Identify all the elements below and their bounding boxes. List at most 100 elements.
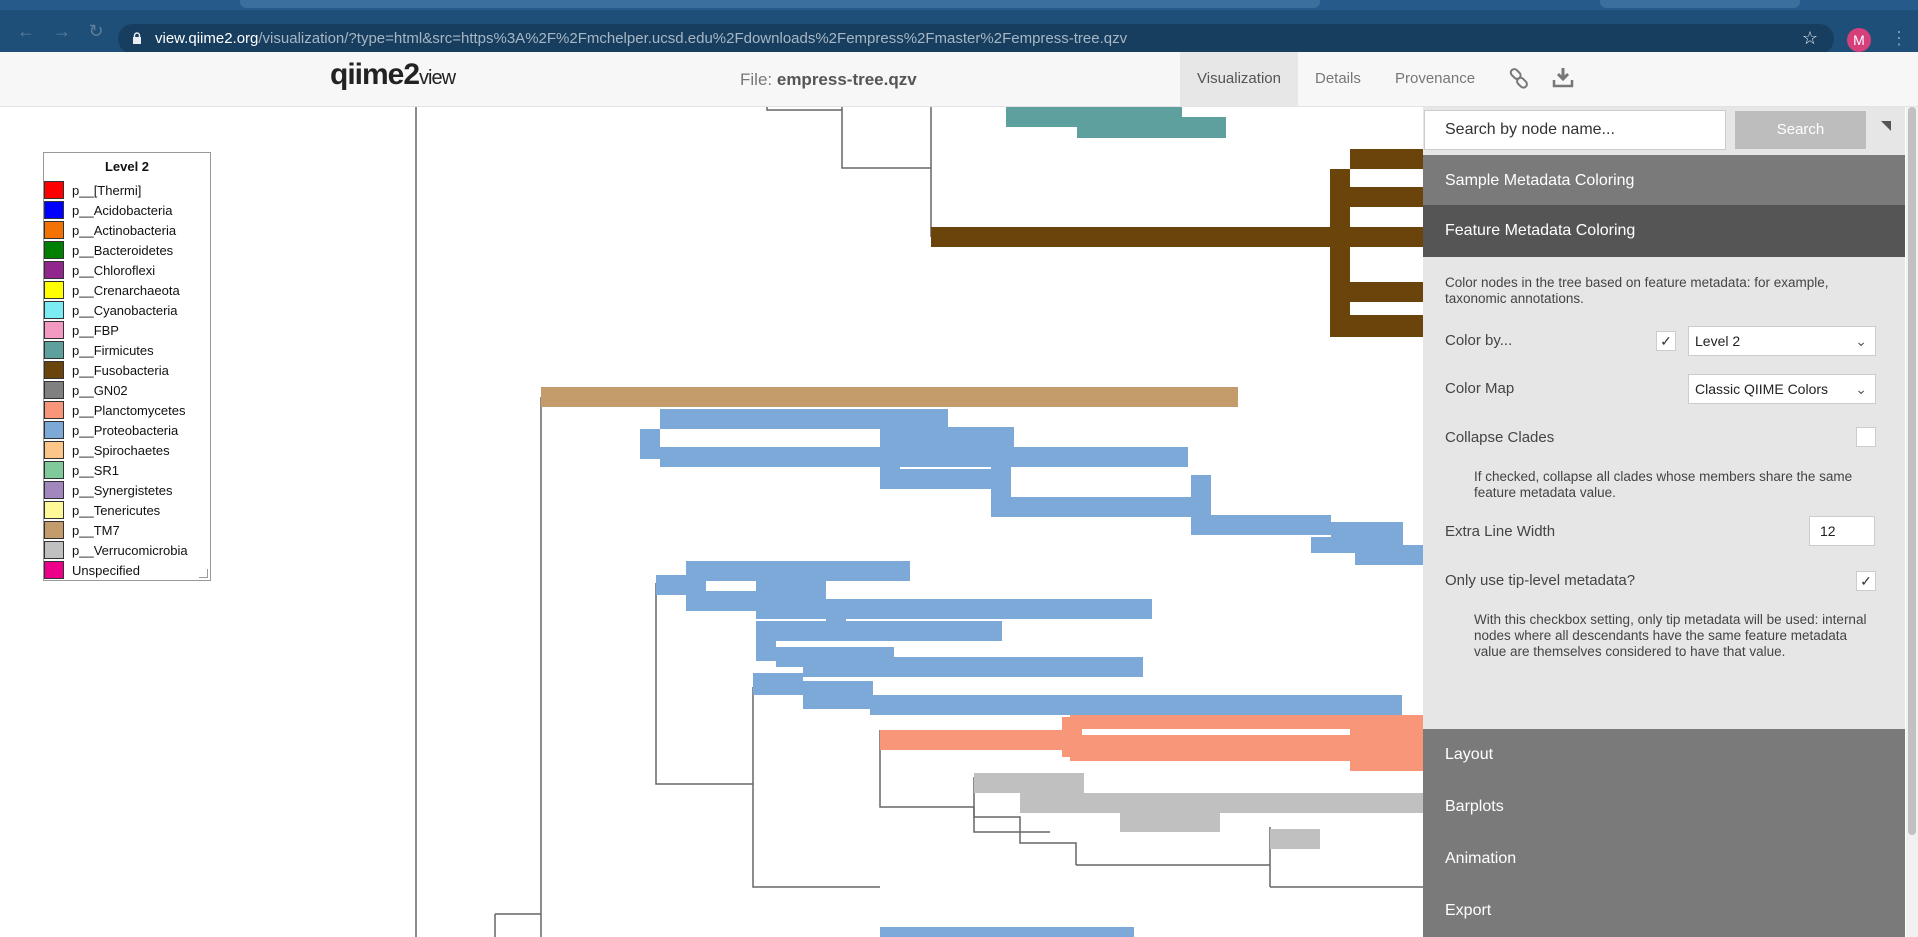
legend-swatch bbox=[44, 561, 64, 579]
section-export[interactable]: Export bbox=[1423, 885, 1905, 937]
url-path: /visualization/?type=html&src=https%3A%2… bbox=[258, 30, 1128, 47]
forward-icon[interactable]: → bbox=[52, 21, 72, 41]
side-panel: Search Sample Metadata Coloring Feature … bbox=[1423, 107, 1905, 937]
section-layout[interactable]: Layout bbox=[1423, 729, 1905, 781]
logo-view-text: view bbox=[419, 67, 456, 89]
collapse-clades-label: Collapse Clades bbox=[1445, 429, 1555, 446]
file-name-display: File: empress-tree.qzv bbox=[740, 70, 917, 90]
bookmark-star-icon[interactable]: ☆ bbox=[1802, 28, 1818, 49]
browser-tab[interactable] bbox=[1600, 0, 1800, 8]
tab-visualization[interactable]: Visualization bbox=[1180, 52, 1298, 106]
legend-item: p__Chloroflexi bbox=[44, 260, 210, 280]
legend-item: p__Tenericutes bbox=[44, 500, 210, 520]
tip-metadata-help: With this checkbox setting, only tip met… bbox=[1474, 612, 1867, 659]
legend-swatch bbox=[44, 241, 64, 259]
browser-menu-icon[interactable]: ⋮ bbox=[1890, 28, 1908, 49]
scrollbar-thumb[interactable] bbox=[1908, 107, 1916, 835]
color-legend[interactable]: Level 2 p__[Thermi] p__Acidobacteria p__… bbox=[43, 152, 211, 581]
legend-swatch bbox=[44, 361, 64, 379]
app-header: qiime2view File: empress-tree.qzv Visual… bbox=[0, 52, 1918, 107]
link-icon[interactable] bbox=[1508, 68, 1530, 90]
legend-label: p__Proteobacteria bbox=[72, 423, 179, 438]
legend-swatch bbox=[44, 381, 64, 399]
tab-details[interactable]: Details bbox=[1315, 52, 1361, 106]
logo-text: qiime2 bbox=[330, 58, 420, 91]
legend-item: p__[Thermi] bbox=[44, 180, 210, 200]
chevron-down-icon: ⌄ bbox=[1855, 333, 1867, 349]
legend-item: p__Actinobacteria bbox=[44, 220, 210, 240]
reload-icon[interactable]: ↻ bbox=[86, 21, 106, 41]
legend-label: Unspecified bbox=[72, 563, 140, 578]
feature-coloring-description: Color nodes in the tree based on feature… bbox=[1445, 275, 1829, 306]
tip-metadata-label: Only use tip-level metadata? bbox=[1445, 572, 1636, 589]
legend-item: p__Synergistetes bbox=[44, 480, 210, 500]
back-icon[interactable]: ← bbox=[16, 21, 36, 41]
legend-item: p__Planctomycetes bbox=[44, 400, 210, 420]
verrucomicrobia-clade bbox=[974, 773, 1423, 849]
legend-item: p__GN02 bbox=[44, 380, 210, 400]
browser-toolbar: ← → ↻ view.qiime2.org/visualization/?typ… bbox=[0, 10, 1918, 54]
search-button[interactable]: Search bbox=[1735, 111, 1866, 149]
section-animation[interactable]: Animation bbox=[1423, 833, 1905, 885]
profile-avatar[interactable]: M bbox=[1847, 28, 1871, 52]
qiime2-view-logo[interactable]: qiime2view bbox=[330, 58, 456, 92]
legend-item: p__Crenarchaeota bbox=[44, 280, 210, 300]
legend-swatch bbox=[44, 421, 64, 439]
legend-swatch bbox=[44, 341, 64, 359]
legend-label: p__Verrucomicrobia bbox=[72, 543, 188, 558]
legend-item: p__Firmicutes bbox=[44, 340, 210, 360]
section-barplots[interactable]: Barplots bbox=[1423, 781, 1905, 833]
tree-canvas[interactable] bbox=[0, 107, 1423, 937]
firmicutes-clade bbox=[1006, 107, 1226, 138]
node-search-input[interactable] bbox=[1424, 110, 1726, 150]
legend-label: p__[Thermi] bbox=[72, 183, 142, 198]
hide-panel-icon[interactable] bbox=[1881, 121, 1891, 131]
section-sample-metadata-coloring[interactable]: Sample Metadata Coloring bbox=[1423, 155, 1905, 207]
legend-swatch bbox=[44, 481, 64, 499]
legend-label: p__Planctomycetes bbox=[72, 403, 186, 418]
legend-label: p__TM7 bbox=[72, 523, 120, 538]
legend-item: p__Fusobacteria bbox=[44, 360, 210, 380]
feature-metadata-panel: Color nodes in the tree based on feature… bbox=[1423, 257, 1905, 729]
legend-swatch bbox=[44, 181, 64, 199]
section-feature-metadata-coloring[interactable]: Feature Metadata Coloring bbox=[1423, 205, 1905, 257]
legend-item: p__SR1 bbox=[44, 460, 210, 480]
legend-swatch bbox=[44, 441, 64, 459]
legend-label: p__Cyanobacteria bbox=[72, 303, 178, 318]
tip-metadata-checkbox[interactable]: ✓ bbox=[1856, 571, 1876, 591]
legend-label: p__Fusobacteria bbox=[72, 363, 169, 378]
legend-title: Level 2 bbox=[104, 159, 150, 174]
legend-swatch bbox=[44, 501, 64, 519]
tab-provenance[interactable]: Provenance bbox=[1395, 52, 1475, 106]
browser-tab[interactable] bbox=[240, 0, 1320, 8]
fusobacteria-clade bbox=[931, 149, 1423, 337]
legend-swatch bbox=[44, 221, 64, 239]
legend-resize-handle[interactable] bbox=[199, 569, 208, 578]
color-map-select[interactable]: Classic QIIME Colors ⌄ bbox=[1688, 374, 1876, 404]
legend-label: p__Chloroflexi bbox=[72, 263, 156, 278]
collapse-clades-checkbox[interactable] bbox=[1856, 427, 1876, 447]
legend-label: p__Actinobacteria bbox=[72, 223, 177, 238]
tm7-clade bbox=[541, 387, 1238, 407]
legend-swatch bbox=[44, 541, 64, 559]
legend-label: p__Acidobacteria bbox=[72, 203, 173, 218]
color-map-label: Color Map bbox=[1445, 380, 1515, 397]
legend-item: p__Acidobacteria bbox=[44, 200, 210, 220]
download-icon[interactable] bbox=[1552, 66, 1574, 88]
color-by-select[interactable]: Level 2 ⌄ bbox=[1688, 326, 1876, 356]
legend-label: p__Synergistetes bbox=[72, 483, 173, 498]
legend-item: p__Verrucomicrobia bbox=[44, 540, 210, 560]
page-scrollbar[interactable] bbox=[1906, 107, 1918, 937]
extra-line-width-input[interactable]: 12 bbox=[1809, 516, 1875, 546]
url-text: view.qiime2.org/visualization/?type=html… bbox=[155, 30, 1127, 47]
address-bar[interactable]: view.qiime2.org/visualization/?type=html… bbox=[118, 24, 1834, 54]
legend-label: p__FBP bbox=[72, 323, 119, 338]
proteobacteria-clade-bottom bbox=[880, 927, 1134, 937]
color-by-checkbox[interactable]: ✓ bbox=[1656, 331, 1676, 351]
legend-swatch bbox=[44, 301, 64, 319]
legend-item: Unspecified bbox=[44, 560, 210, 580]
legend-swatch bbox=[44, 281, 64, 299]
proteobacteria-clade-upper bbox=[640, 409, 1423, 565]
file-name: empress-tree.qzv bbox=[776, 70, 917, 89]
color-by-value: Level 2 bbox=[1695, 333, 1741, 349]
